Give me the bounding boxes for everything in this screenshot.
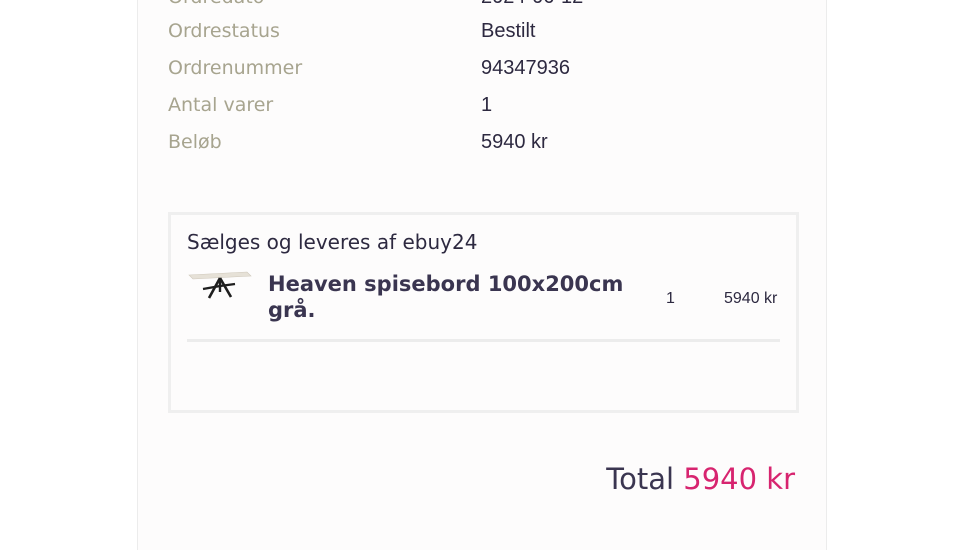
order-status-value: Bestilt <box>481 20 536 42</box>
product-quantity: 1 <box>666 290 675 307</box>
order-row-status: Ordrestatus Bestilt <box>168 20 728 50</box>
order-number-label: Ordrenummer <box>168 57 303 79</box>
order-date-value: 2024-06-12 <box>481 0 583 9</box>
total-amount: 5940 kr <box>683 462 795 496</box>
item-divider <box>187 339 780 342</box>
seller-title: Sælges og leveres af ebuy24 <box>187 230 478 254</box>
order-row-date: Ordredato 2024-06-12 <box>168 0 728 16</box>
amount-value: 5940 kr <box>481 131 548 153</box>
order-row-item-count: Antal varer 1 <box>168 94 728 124</box>
product-name-link[interactable]: Heaven spisebord 100x200cm grå. <box>268 271 628 323</box>
order-row-amount: Beløb 5940 kr <box>168 131 728 161</box>
order-status-label: Ordrestatus <box>168 20 280 42</box>
amount-label: Beløb <box>168 131 222 153</box>
total-label: Total <box>606 462 675 496</box>
order-number-value: 94347936 <box>481 57 570 79</box>
product-price: 5940 kr <box>724 290 778 307</box>
dining-table-thumbnail-icon[interactable] <box>187 270 253 304</box>
order-total: Total 5940 kr <box>606 462 795 496</box>
order-row-number: Ordrenummer 94347936 <box>168 57 728 87</box>
order-date-label: Ordredato <box>168 0 264 8</box>
item-count-value: 1 <box>481 94 493 116</box>
item-count-label: Antal varer <box>168 94 274 116</box>
